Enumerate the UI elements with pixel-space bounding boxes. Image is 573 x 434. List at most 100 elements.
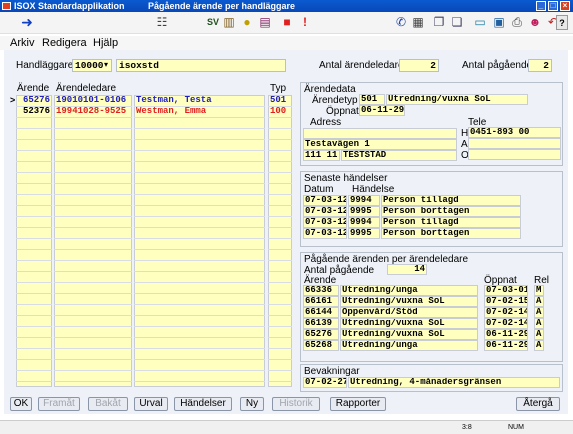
pagaende-oppnat: 06-11-29 <box>484 329 528 340</box>
people-icon[interactable]: ☻ <box>528 15 542 30</box>
sv-icon[interactable]: SV <box>206 15 220 30</box>
pagaende-arende: 66336 <box>303 285 339 296</box>
monitor-icon[interactable]: ▭ <box>473 15 487 30</box>
grid-row-divider <box>134 282 265 283</box>
menu-redigera[interactable]: Redigera <box>42 37 87 49</box>
help-icon[interactable]: ? <box>556 15 568 30</box>
handelse-datum: 07-03-12 <box>303 195 347 206</box>
col-header-typ: Typ <box>270 83 287 94</box>
pagaende-rel: Ä <box>534 307 544 318</box>
grid-row-divider <box>54 205 132 206</box>
grid-row-divider <box>134 293 265 294</box>
grid-row-divider <box>134 117 265 118</box>
cursor-position: 3:8 <box>462 424 472 431</box>
grid-row-divider <box>16 359 52 360</box>
menu-hjalp[interactable]: Hjälp <box>93 37 118 49</box>
grid-row-divider <box>16 194 52 195</box>
grid-row-divider <box>54 359 132 360</box>
stop-icon[interactable]: ■ <box>280 15 294 30</box>
grid-row-divider <box>16 260 52 261</box>
grid-row-divider <box>134 370 265 371</box>
row-name: Testman, Testa <box>136 95 212 105</box>
grid-row-divider <box>268 227 292 228</box>
grid-row-divider <box>134 326 265 327</box>
framat-button[interactable]: Framåt <box>38 397 80 411</box>
arrow-right-icon[interactable]: ➜ <box>20 15 34 30</box>
book-icon[interactable]: ▥ <box>222 15 236 30</box>
printer-icon[interactable]: ⎙ <box>510 15 524 30</box>
grid-row-divider <box>16 304 52 305</box>
handelse-datum: 07-03-12 <box>303 217 347 228</box>
row-arende: 52376 <box>22 106 50 116</box>
atergå-button[interactable]: Återgå <box>516 397 560 411</box>
grid-row-divider <box>54 282 132 283</box>
copy-icon[interactable]: ❐ <box>432 15 446 30</box>
urval-button[interactable]: Urval <box>134 397 168 411</box>
arendetyp-text: Utredning/vuxna SoL <box>386 94 528 105</box>
pagaende-oppnat: 06-11-29 <box>484 340 528 351</box>
chevron-down-icon[interactable]: ▾ <box>104 60 108 69</box>
pagaende-oppnat: 07-03-01 <box>484 285 528 296</box>
grid-row-divider <box>268 271 292 272</box>
grid-row-divider <box>16 315 52 316</box>
menu-arkiv[interactable]: Arkiv <box>10 37 34 49</box>
minimize-button[interactable]: _ <box>536 1 546 11</box>
bakat-button[interactable]: Bakåt <box>88 397 128 411</box>
col-header-handelse: Händelse <box>352 184 395 195</box>
status-bar: 3:8 NUM <box>0 420 573 434</box>
row-typ: 501 <box>270 95 287 105</box>
adress-label: Adress <box>310 117 342 128</box>
grid-row-divider <box>134 249 265 250</box>
historik-button[interactable]: Historik <box>272 397 320 411</box>
grid-row-divider <box>16 161 52 162</box>
handelse-kod: 9995 <box>348 228 380 239</box>
handelse-text: Person tillagd <box>381 217 521 228</box>
grid-row-divider <box>268 205 292 206</box>
ort-field: TESTSTAD <box>341 150 457 161</box>
pagaende-text: Utredning/vuxna SoL <box>340 318 478 329</box>
grid-row-divider <box>268 183 292 184</box>
grid-row-divider <box>268 370 292 371</box>
maximize-button[interactable]: □ <box>548 1 558 11</box>
grid-row-divider <box>54 293 132 294</box>
grid-row-divider <box>54 150 132 151</box>
grid-row-divider <box>268 194 292 195</box>
books-icon[interactable]: ▤ <box>258 15 272 30</box>
handelse-datum: 07-03-12 <box>303 228 347 239</box>
close-button[interactable]: × <box>560 1 570 11</box>
grid-row-divider <box>268 282 292 283</box>
save-icon[interactable]: ▣ <box>492 15 506 30</box>
grid-row-divider <box>54 227 132 228</box>
ok-button[interactable]: OK <box>10 397 32 411</box>
grid-row-divider <box>134 194 265 195</box>
grid-row-divider <box>134 238 265 239</box>
app-icon <box>2 2 11 10</box>
grid-row-divider <box>134 128 265 129</box>
handlaggare-user-field[interactable] <box>116 59 286 72</box>
keyboard-icon[interactable]: ▦ <box>411 15 425 30</box>
handelse-datum: 07-03-12 <box>303 206 347 217</box>
grid-row-divider <box>54 260 132 261</box>
coin-icon[interactable]: ● <box>240 15 254 30</box>
pagaende-oppnat: 07-02-14 <box>484 318 528 329</box>
list-icon[interactable]: ☷ <box>155 15 169 30</box>
ny-button[interactable]: Ny <box>240 397 264 411</box>
exclamation-icon[interactable]: ! <box>298 15 312 30</box>
grid-row-divider <box>54 139 132 140</box>
grid-row-divider <box>16 172 52 173</box>
oppnat-label: Öppnat <box>326 106 359 117</box>
grid-row-divider <box>16 348 52 349</box>
adress-line1 <box>303 128 457 139</box>
grid-row-divider <box>134 304 265 305</box>
grid-row-divider <box>54 271 132 272</box>
rapporter-button[interactable]: Rapporter <box>330 397 386 411</box>
pagaende-rel: Ä <box>534 296 544 307</box>
grid-row-divider <box>16 293 52 294</box>
copy2-icon[interactable]: ❏ <box>450 15 464 30</box>
antal-arendeledare-label: Antal ärendeledare <box>319 60 404 71</box>
grid-row-divider <box>268 359 292 360</box>
pagaende-text: Utredning/unga <box>340 340 478 351</box>
grid-row-divider <box>134 227 265 228</box>
phone-icon[interactable]: ✆ <box>394 15 408 30</box>
handelser-button[interactable]: Händelser <box>174 397 232 411</box>
